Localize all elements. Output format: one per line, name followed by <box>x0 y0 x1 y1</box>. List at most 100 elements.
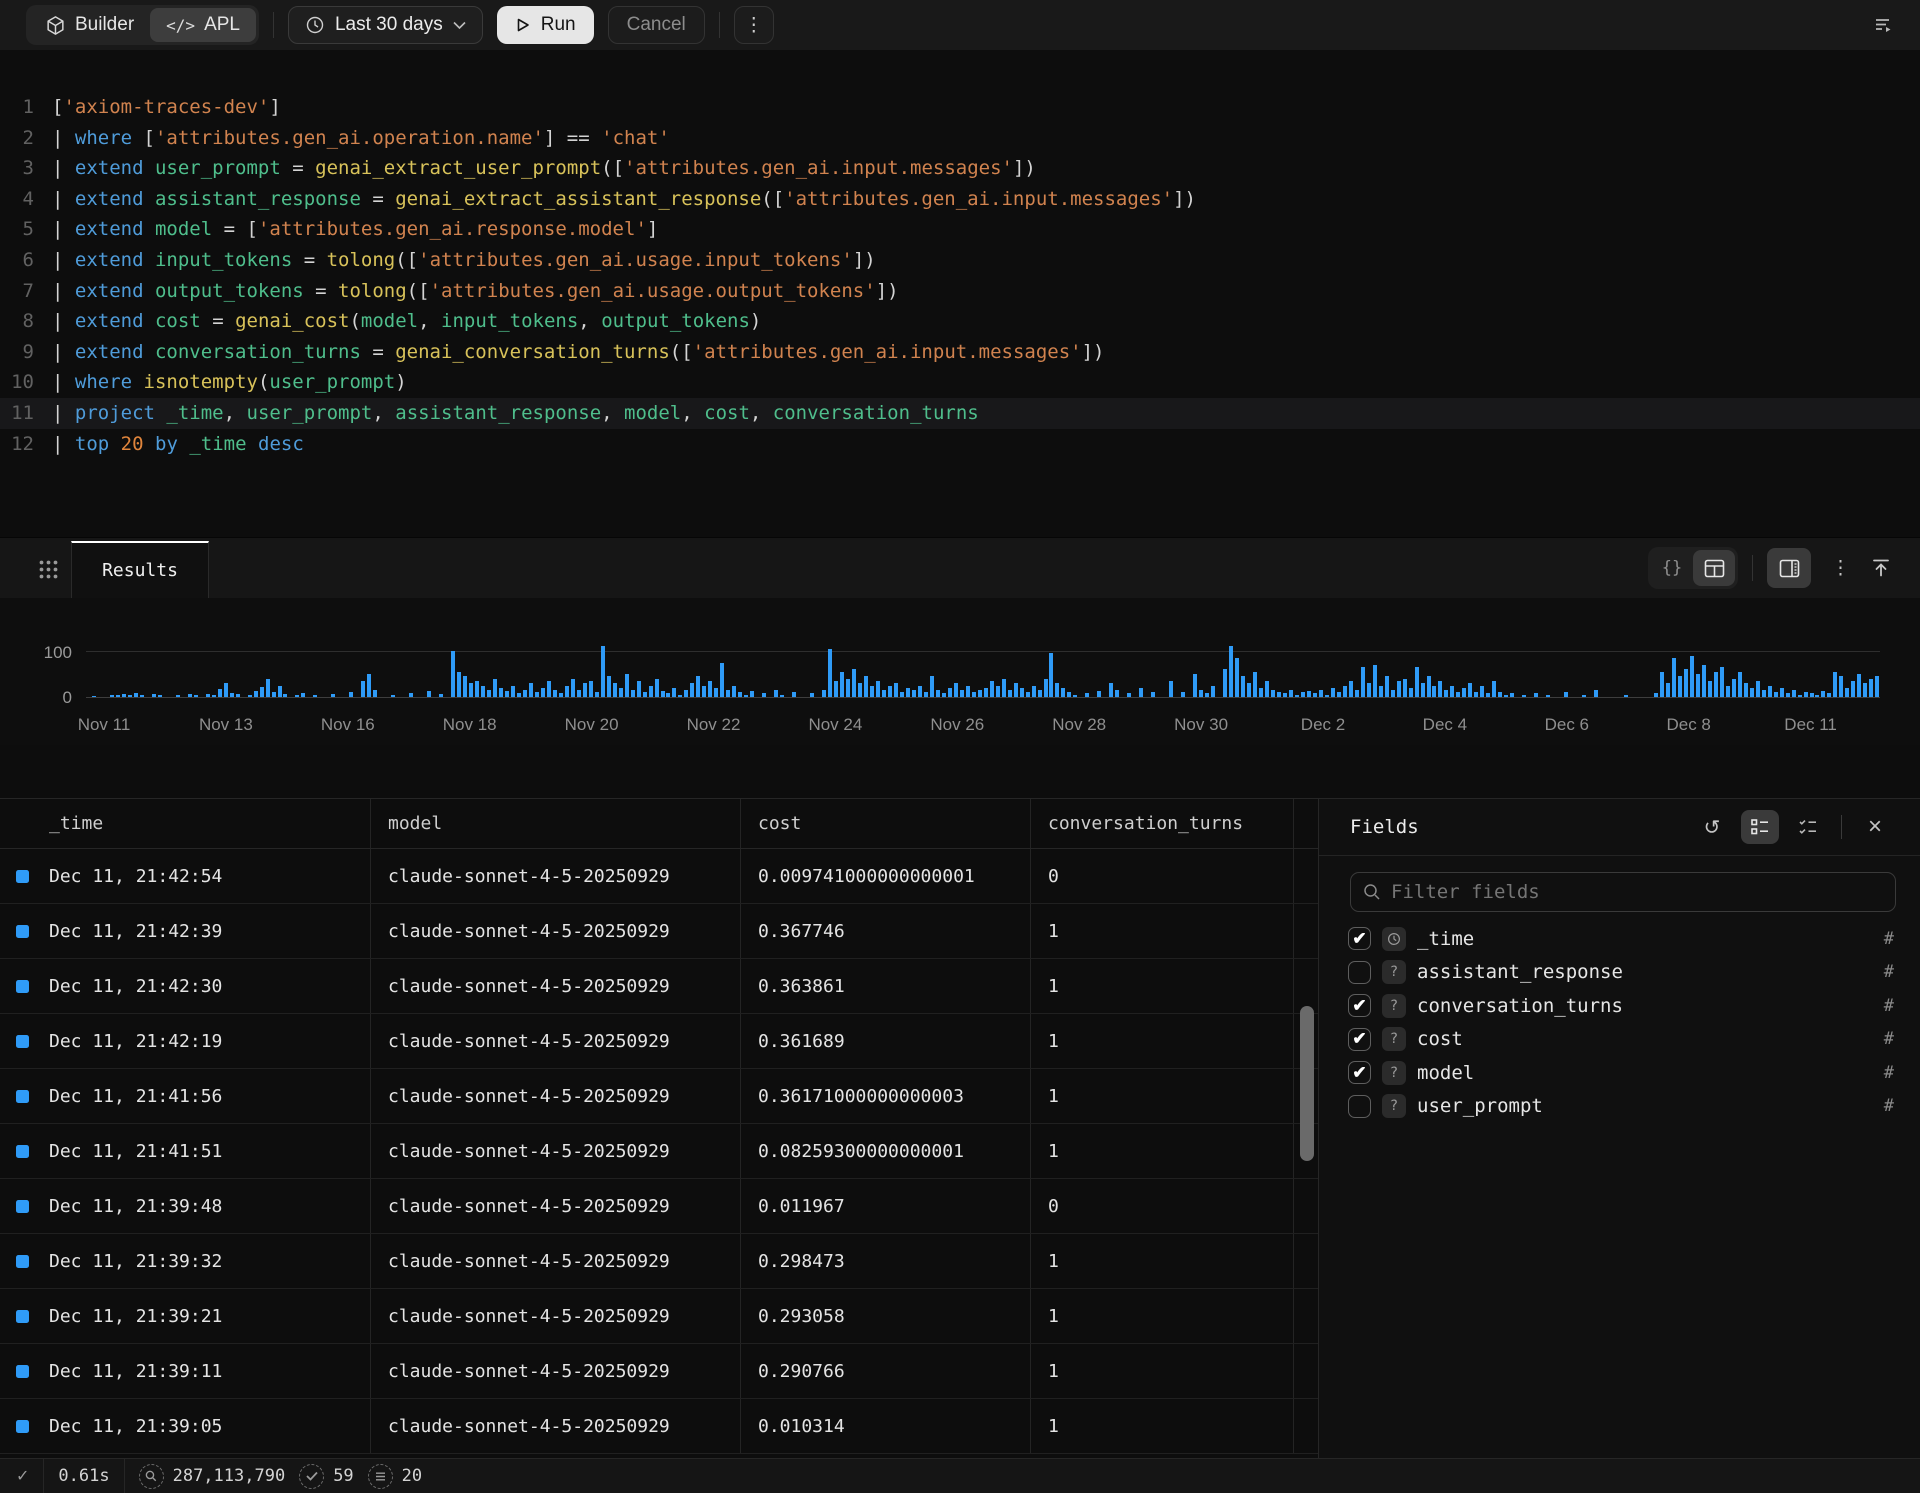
code-line[interactable]: 9| extend conversation_turns = genai_con… <box>0 337 1920 368</box>
table-row[interactable]: Dec 11, 21:39:21claude-sonnet-4-5-202509… <box>0 1289 1318 1344</box>
collapse-results-button[interactable] <box>1870 557 1892 579</box>
table-cell: 1 <box>1031 1289 1294 1343</box>
chart-bar <box>1283 693 1287 697</box>
table-column-header[interactable]: _time <box>0 799 371 848</box>
filter-fields-input[interactable] <box>1391 881 1883 903</box>
field-row-cost[interactable]: ✔?cost# <box>1319 1023 1920 1057</box>
chart-bar <box>637 681 641 697</box>
chart-bar <box>924 692 928 697</box>
code-line[interactable]: 2| where ['attributes.gen_ai.operation.n… <box>0 123 1920 154</box>
close-fields-panel-button[interactable]: × <box>1856 810 1894 844</box>
field-row-conversation_turns[interactable]: ✔?conversation_turns# <box>1319 989 1920 1023</box>
code-line[interactable]: 1['axiom-traces-dev'] <box>0 92 1920 123</box>
field-checklist-button[interactable] <box>1789 810 1827 844</box>
table-header-row: _timemodelcostconversation_turns <box>0 799 1318 849</box>
checkbox-checked[interactable]: ✔ <box>1348 1028 1371 1051</box>
cancel-button[interactable]: Cancel <box>608 6 705 44</box>
mode-switcher: Builder </> APL <box>26 5 259 45</box>
chart-bar <box>954 683 958 697</box>
toggle-right-panel-button[interactable] <box>1872 14 1894 36</box>
chart-bar <box>1762 690 1766 697</box>
chart-bar <box>1367 683 1371 697</box>
table-row[interactable]: Dec 11, 21:39:05claude-sonnet-4-5-202509… <box>0 1399 1318 1454</box>
run-button[interactable]: Run <box>497 6 594 44</box>
code-line[interactable]: 6| extend input_tokens = tolong(['attrib… <box>0 245 1920 276</box>
table-cell: 0.293058 <box>741 1289 1031 1343</box>
chart-bar <box>1373 665 1377 697</box>
chart-bar <box>1055 683 1059 697</box>
field-row-assistant_response[interactable]: ?assistant_response# <box>1319 956 1920 990</box>
chart-bar <box>224 683 228 697</box>
code-line[interactable]: 8| extend cost = genai_cost(model, input… <box>0 306 1920 337</box>
code-line[interactable]: 3| extend user_prompt = genai_extract_us… <box>0 153 1920 184</box>
code-line[interactable]: 11| project _time, user_prompt, assistan… <box>0 398 1920 429</box>
query-editor[interactable]: 1['axiom-traces-dev']2| where ['attribut… <box>0 50 1920 537</box>
more-options-button[interactable]: ⋮ <box>734 6 774 44</box>
drag-grid-button[interactable] <box>25 541 71 598</box>
table-row[interactable]: Dec 11, 21:42:54claude-sonnet-4-5-202509… <box>0 849 1318 904</box>
json-view-button[interactable]: {} <box>1651 550 1693 586</box>
chart-bar <box>367 674 371 697</box>
chart-bar <box>1109 683 1113 697</box>
table-row[interactable]: Dec 11, 21:42:39claude-sonnet-4-5-202509… <box>0 904 1318 959</box>
table-column-header[interactable]: conversation_turns <box>1031 799 1294 848</box>
table-row[interactable]: Dec 11, 21:39:11claude-sonnet-4-5-202509… <box>0 1344 1318 1399</box>
code-line[interactable]: 10| where isnotempty(user_prompt) <box>0 367 1920 398</box>
results-table: _timemodelcostconversation_turns Dec 11,… <box>0 798 1318 1458</box>
results-more-button[interactable]: ⋮ <box>1825 557 1856 580</box>
table-cell: 1 <box>1031 1124 1294 1178</box>
table-row[interactable]: Dec 11, 21:41:56claude-sonnet-4-5-202509… <box>0 1069 1318 1124</box>
table-row[interactable]: Dec 11, 21:39:32claude-sonnet-4-5-202509… <box>0 1234 1318 1289</box>
checkbox-checked[interactable]: ✔ <box>1348 994 1371 1017</box>
chart-bar <box>1857 674 1861 697</box>
chart-bar <box>792 692 796 697</box>
code-line[interactable]: 5| extend model = ['attributes.gen_ai.re… <box>0 214 1920 245</box>
scanned-rows-icon <box>139 1464 164 1489</box>
builder-mode-button[interactable]: Builder <box>29 8 150 42</box>
code-line[interactable]: 12| top 20 by _time desc <box>0 429 1920 460</box>
table-column-header[interactable]: model <box>371 799 741 848</box>
results-tab[interactable]: Results <box>71 541 209 598</box>
code-text: | where ['attributes.gen_ai.operation.na… <box>52 123 670 154</box>
chart-bar <box>1594 690 1598 697</box>
time-range-dropdown[interactable]: Last 30 days <box>288 6 483 44</box>
chart-bar <box>708 681 712 697</box>
checkbox-checked[interactable]: ✔ <box>1348 927 1371 950</box>
checkbox-checked[interactable]: ✔ <box>1348 1061 1371 1084</box>
table-cell: 0.011967 <box>741 1179 1031 1233</box>
table-scrollbar-thumb[interactable] <box>1300 1006 1314 1161</box>
unknown-type-icon: ? <box>1382 1094 1406 1118</box>
chart-bar <box>1241 676 1245 697</box>
x-axis-tick-label: Nov 18 <box>443 715 497 735</box>
rows-matched-group: 59 <box>299 1464 353 1489</box>
filter-fields-search[interactable] <box>1350 872 1896 912</box>
toggle-fields-panel-button[interactable] <box>1767 548 1811 588</box>
code-line[interactable]: 7| extend output_tokens = tolong(['attri… <box>0 276 1920 307</box>
chart-bar <box>1456 692 1460 697</box>
table-row[interactable]: Dec 11, 21:39:48claude-sonnet-4-5-202509… <box>0 1179 1318 1234</box>
table-column-header[interactable]: cost <box>741 799 1031 848</box>
field-row-user_prompt[interactable]: ?user_prompt# <box>1319 1090 1920 1124</box>
code-line[interactable]: 4| extend assistant_response = genai_ext… <box>0 184 1920 215</box>
table-cell: 1 <box>1031 959 1294 1013</box>
table-row[interactable]: Dec 11, 21:42:30claude-sonnet-4-5-202509… <box>0 959 1318 1014</box>
table-row[interactable]: Dec 11, 21:42:19claude-sonnet-4-5-202509… <box>0 1014 1318 1069</box>
chart-bar <box>194 695 198 697</box>
field-row-_time[interactable]: ✔_time# <box>1319 922 1920 956</box>
row-marker-icon <box>16 1200 29 1213</box>
chart-bar <box>331 694 335 697</box>
field-row-model[interactable]: ✔?model# <box>1319 1056 1920 1090</box>
table-view-button[interactable] <box>1693 550 1735 586</box>
apl-mode-button[interactable]: </> APL <box>150 8 256 42</box>
collapse-up-icon <box>1870 557 1892 579</box>
table-row[interactable]: Dec 11, 21:41:51claude-sonnet-4-5-202509… <box>0 1124 1318 1179</box>
chart-bar <box>900 692 904 697</box>
checkbox-unchecked[interactable] <box>1348 961 1371 984</box>
chart-bar <box>714 688 718 697</box>
status-check-icon: ✓ <box>16 1466 29 1486</box>
histogram-plot <box>86 620 1880 698</box>
field-list-view-button[interactable] <box>1741 810 1779 844</box>
table-cell: 0.361689 <box>741 1014 1031 1068</box>
checkbox-unchecked[interactable] <box>1348 1095 1371 1118</box>
reset-fields-button[interactable]: ↺ <box>1693 810 1731 844</box>
